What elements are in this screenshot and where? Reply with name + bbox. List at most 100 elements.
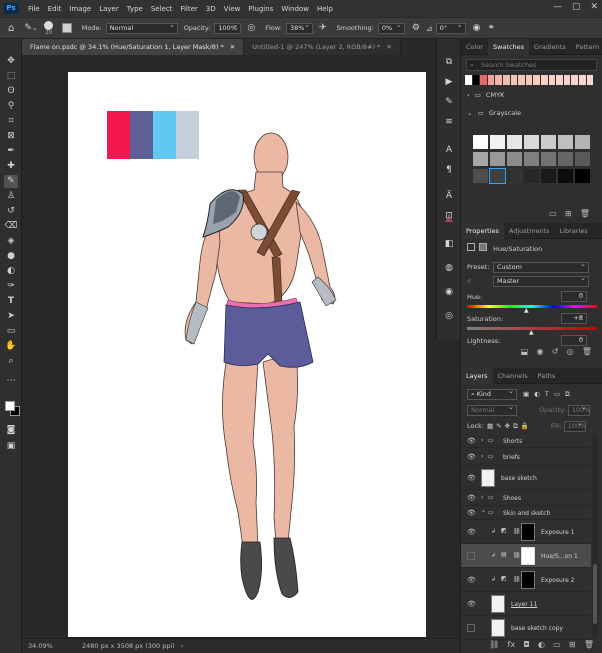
- blur-tool-icon[interactable]: ●: [4, 250, 18, 263]
- color-wheel-icon[interactable]: ◉: [442, 285, 456, 299]
- menu-type[interactable]: Type: [123, 5, 147, 13]
- marquee-tool-icon[interactable]: ⬚: [4, 70, 18, 83]
- recent-color-swatch[interactable]: [502, 75, 511, 85]
- lock-paint-icon[interactable]: ✎: [496, 420, 501, 432]
- recent-color-swatch[interactable]: [586, 75, 595, 85]
- grayscale-swatch[interactable]: [524, 152, 539, 166]
- swatch-group-grayscale[interactable]: ⌄ ▭ Grayscale: [461, 107, 602, 119]
- layer-exposure-2[interactable]: 👁 ↲ ◩ ⛓ Exposure 2: [461, 568, 591, 592]
- chevron-right-icon[interactable]: ›: [181, 642, 184, 650]
- plugin-panel-icon[interactable]: ⟁: [442, 213, 456, 227]
- chevron-down-icon[interactable]: ⌄: [481, 507, 486, 514]
- lock-artboard-icon[interactable]: ⧉: [513, 420, 518, 432]
- pen-tool-icon[interactable]: ✑: [4, 280, 18, 293]
- layer-shoes[interactable]: 👁 › ▭ Shoes: [461, 490, 591, 506]
- eye-icon[interactable]: 👁: [467, 528, 476, 536]
- lightness-input[interactable]: 0: [561, 333, 587, 346]
- view-previous-icon[interactable]: ◉: [536, 347, 543, 356]
- layer-hue-saturation-1[interactable]: ↲ ▤ ⛓ Hue/S...on 1: [461, 544, 591, 568]
- hue-input[interactable]: 0: [561, 289, 587, 302]
- saturation-input[interactable]: +8: [561, 311, 587, 324]
- tab-adjustments[interactable]: Adjustments: [504, 223, 555, 239]
- tab-patterns[interactable]: Pattern: [571, 39, 602, 55]
- grayscale-swatch[interactable]: [575, 169, 590, 183]
- grayscale-swatch[interactable]: [473, 135, 488, 149]
- recent-color-swatch[interactable]: [472, 75, 481, 85]
- new-layer-icon[interactable]: ⊞: [569, 640, 576, 649]
- adjustment-icon[interactable]: ◐: [538, 640, 545, 649]
- brush-tool-icon[interactable]: ✎: [4, 175, 18, 188]
- grayscale-swatch[interactable]: [541, 135, 556, 149]
- chevron-right-icon[interactable]: ›: [481, 437, 483, 444]
- clip-to-layer-icon[interactable]: ⬓: [521, 347, 529, 356]
- frame-tool-icon[interactable]: ⊠: [4, 130, 18, 143]
- info-panel-icon[interactable]: ◎: [442, 309, 456, 323]
- layer-exposure-1[interactable]: 👁 ↲ ◩ ⛓ Exposure 1: [461, 520, 591, 544]
- bucket-tool-icon[interactable]: ◈: [4, 235, 18, 248]
- tab-color[interactable]: Color: [461, 39, 488, 55]
- grayscale-swatch[interactable]: [524, 169, 539, 183]
- swatches-search-input[interactable]: ⌕ Search Swatches: [466, 59, 597, 71]
- layer-base-sketch[interactable]: 👁 base sketch: [461, 466, 591, 490]
- recent-color-swatch[interactable]: [548, 75, 557, 85]
- grayscale-swatch[interactable]: [473, 152, 488, 166]
- filter-type-icon[interactable]: T: [545, 388, 549, 400]
- layer-shorts[interactable]: 👁 › ▭ Shorts: [461, 434, 591, 448]
- grayscale-swatch[interactable]: [575, 152, 590, 166]
- paragraph-panel-icon[interactable]: ¶: [442, 163, 456, 177]
- preset-select[interactable]: Custom: [493, 260, 589, 273]
- chevron-down-icon[interactable]: ⌄: [32, 24, 38, 32]
- healing-tool-icon[interactable]: ✚: [4, 160, 18, 173]
- tab-untitled-1[interactable]: Untitled-1 @ 247% (Layer 2, RGB/8#) * ✕: [244, 39, 401, 55]
- airbrush-icon[interactable]: ✈: [319, 23, 327, 33]
- mode-select[interactable]: Normal: [105, 21, 178, 34]
- link-icon[interactable]: ⛓: [513, 552, 521, 559]
- grayscale-swatch[interactable]: [489, 168, 506, 184]
- lock-position-icon[interactable]: ✥: [505, 420, 510, 432]
- grayscale-swatch[interactable]: [575, 135, 590, 149]
- grayscale-swatch[interactable]: [507, 135, 522, 149]
- reset-icon[interactable]: ↺: [552, 347, 559, 356]
- recent-color-swatch[interactable]: [480, 75, 488, 85]
- quick-mask-icon[interactable]: ◙: [4, 424, 18, 437]
- hand-target-icon[interactable]: ☝: [467, 275, 489, 287]
- move-tool-icon[interactable]: ✥: [4, 55, 18, 68]
- navigator-panel-icon[interactable]: ◧: [442, 237, 456, 251]
- new-swatch-icon[interactable]: ⊞: [565, 209, 572, 218]
- layers-scrollbar[interactable]: [592, 434, 598, 638]
- close-icon[interactable]: ✕: [386, 43, 391, 51]
- recent-color-swatch[interactable]: [518, 75, 526, 85]
- character-panel-icon[interactable]: A: [442, 143, 456, 157]
- filter-adjust-icon[interactable]: ◐: [534, 388, 540, 400]
- layer-mask-thumbnail[interactable]: [521, 547, 535, 565]
- smoothing-input[interactable]: 0%: [377, 21, 405, 34]
- recent-color-swatch[interactable]: [510, 75, 519, 85]
- eye-icon[interactable]: 👁: [467, 494, 476, 502]
- channels-panel-icon[interactable]: ≋: [442, 115, 456, 129]
- menu-view[interactable]: View: [220, 5, 245, 13]
- grayscale-swatch[interactable]: [541, 152, 556, 166]
- tab-properties[interactable]: Properties: [461, 222, 504, 239]
- canvas-area[interactable]: [22, 55, 460, 638]
- grayscale-swatch[interactable]: [558, 135, 573, 149]
- recent-color-swatch[interactable]: [571, 75, 579, 85]
- menu-3d[interactable]: 3D: [202, 5, 220, 13]
- chevron-right-icon[interactable]: ›: [481, 453, 483, 460]
- eye-icon[interactable]: 👁: [467, 437, 476, 445]
- recent-color-swatch[interactable]: [525, 75, 534, 85]
- brush-settings-icon[interactable]: [61, 23, 72, 33]
- eye-icon[interactable]: 👁: [467, 576, 476, 584]
- hand-tool-icon[interactable]: ✋: [4, 340, 18, 353]
- link-icon[interactable]: ⛓: [513, 576, 521, 583]
- trash-icon[interactable]: 🗑: [584, 640, 594, 649]
- recent-color-swatch[interactable]: [495, 75, 503, 85]
- eye-icon[interactable]: 👁: [467, 509, 476, 517]
- eye-icon[interactable]: 👁: [467, 600, 476, 608]
- stamp-tool-icon[interactable]: ♙: [4, 190, 18, 203]
- lasso-tool-icon[interactable]: ʘ: [4, 85, 18, 98]
- grayscale-swatch[interactable]: [524, 135, 539, 149]
- close-icon[interactable]: ✕: [230, 43, 235, 51]
- folder-icon[interactable]: ▭: [553, 640, 561, 649]
- flow-input[interactable]: 38%: [285, 21, 313, 34]
- rectangle-tool-icon[interactable]: ▭: [4, 325, 18, 338]
